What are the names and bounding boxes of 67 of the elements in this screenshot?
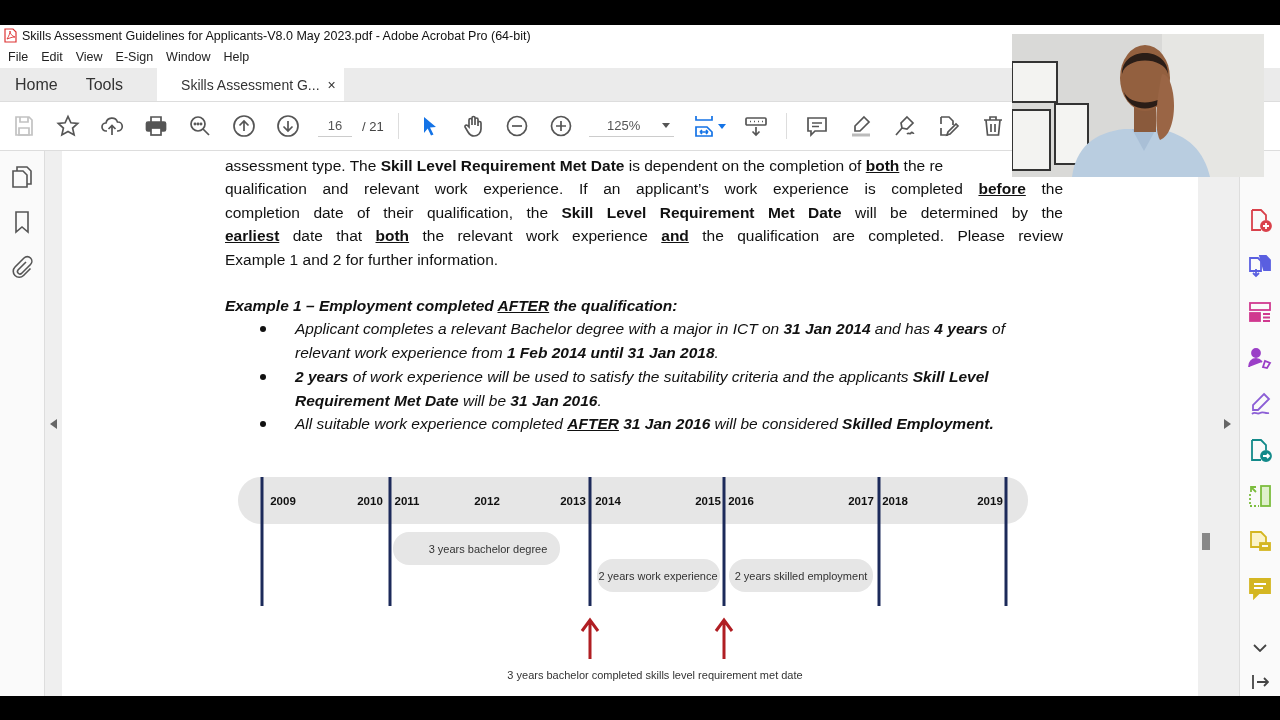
- example-heading: Example 1 – Employment completed AFTER the qualification:: [225, 296, 679, 317]
- year-label: 2018: [882, 494, 908, 507]
- add-document-icon[interactable]: [1248, 208, 1272, 232]
- down-arrow-circle-icon[interactable]: [276, 114, 300, 138]
- up-arrow-circle-icon[interactable]: [232, 114, 256, 138]
- year-label: 2014: [595, 494, 621, 507]
- body-paragraph: assessment type. The Skill Level Requirement Met Date is dependent on the completion of both the re qualification and relevant work experience. If an applicant’s work experience is completed before the completion date of their qualification, the Skill Level Requirement Met Date will be determined by the earliest date that both the relevant work experience and the qualification are completed. Please review Example 1 and 2 for further information.: [225, 156, 1063, 270]
- hand-icon[interactable]: [461, 114, 485, 138]
- bullet-text: Applicant completes a relevant Bachelor degree with a major in ICT on 31 Jan 2014 and has 4 years of relevant work experience from 1 Feb 2014 until 31 Jan 2018.: [295, 319, 1008, 364]
- tab[interactable]: Tools: [71, 68, 138, 101]
- layout-icon[interactable]: [1248, 300, 1272, 324]
- pen-icon[interactable]: [893, 114, 918, 138]
- menu-item[interactable]: E-Sign: [113, 50, 161, 64]
- pages-icon[interactable]: [11, 165, 33, 189]
- bullet-text: All suitable work experience completed AFTER 31 Jan 2016 will be considered Skilled Employment.: [295, 414, 995, 435]
- caret-icon[interactable]: [718, 123, 727, 129]
- year-label: 2010: [357, 494, 383, 507]
- chevron-down-icon[interactable]: [1253, 644, 1267, 652]
- person-pen-icon[interactable]: [1248, 346, 1272, 370]
- bullet-text: 2 years of work experience will be used to satisfy the suitability criteria and the applicants Skill Level Requirement Met Date will be 31 Jan 2016.: [295, 366, 990, 411]
- period-pill: 2 years work experience: [597, 558, 720, 592]
- plus-circle-icon[interactable]: [549, 114, 573, 138]
- menu-item[interactable]: File: [6, 50, 36, 64]
- star-icon[interactable]: [56, 114, 80, 138]
- up-arrow-icon: [714, 617, 734, 661]
- menu-item[interactable]: Window: [164, 50, 218, 64]
- tab[interactable]: Skills Assessment G... ×: [157, 68, 344, 101]
- edit-document-icon[interactable]: [937, 114, 962, 138]
- document-arrow-icon[interactable]: [1248, 438, 1272, 462]
- year-label: 2013: [560, 494, 586, 507]
- bullet-icon: [260, 326, 266, 333]
- paperclip-icon[interactable]: [11, 255, 33, 279]
- timeline-caption: 3 years bachelor completed skills level requirement met date: [507, 668, 803, 681]
- caret-icon: [662, 123, 671, 128]
- period-pill: 3 years bachelor degree: [393, 531, 560, 565]
- close-icon[interactable]: ×: [327, 76, 336, 93]
- year-label: 2015: [695, 494, 721, 507]
- window-title: Skills Assessment Guidelines for Applicants-V8.0 May 2023.pdf - Adobe Acrobat Pro (64-bit): [22, 28, 531, 43]
- comment-icon[interactable]: [805, 114, 830, 138]
- bullet-icon: [260, 373, 266, 380]
- pdf-file-icon: [4, 28, 17, 43]
- minus-circle-icon[interactable]: [505, 114, 529, 138]
- search-icon[interactable]: [188, 114, 212, 138]
- tab[interactable]: Home: [0, 68, 72, 101]
- page-count: / 21: [362, 118, 385, 134]
- period-pill: 2 years skilled employment: [729, 558, 873, 592]
- zoom-dropdown[interactable]: 125%: [589, 115, 675, 137]
- year-label: 2009: [270, 494, 296, 507]
- bullet-icon: [260, 421, 266, 428]
- printer-icon[interactable]: [144, 114, 168, 138]
- scroll-icon[interactable]: [744, 114, 769, 138]
- year-label: 2019: [977, 494, 1003, 507]
- up-arrow-icon: [580, 617, 600, 661]
- page-number-field[interactable]: 16: [318, 115, 352, 137]
- menu-item[interactable]: View: [73, 50, 110, 64]
- scrollbar-thumb[interactable]: [1202, 533, 1210, 550]
- year-label: 2011: [394, 494, 420, 507]
- documents-icon[interactable]: [1248, 254, 1272, 278]
- cloud-upload-icon[interactable]: [100, 114, 124, 138]
- collapse-arrow-icon[interactable]: [50, 418, 57, 429]
- year-label: 2012: [474, 494, 500, 507]
- year-label: 2016: [728, 494, 754, 507]
- year-label: 2017: [848, 494, 874, 507]
- menu-item[interactable]: Help: [221, 50, 257, 64]
- collapse-arrow-icon[interactable]: [1224, 418, 1231, 429]
- collapse-panel-icon[interactable]: [1251, 674, 1269, 690]
- menu-item[interactable]: Edit: [39, 50, 70, 64]
